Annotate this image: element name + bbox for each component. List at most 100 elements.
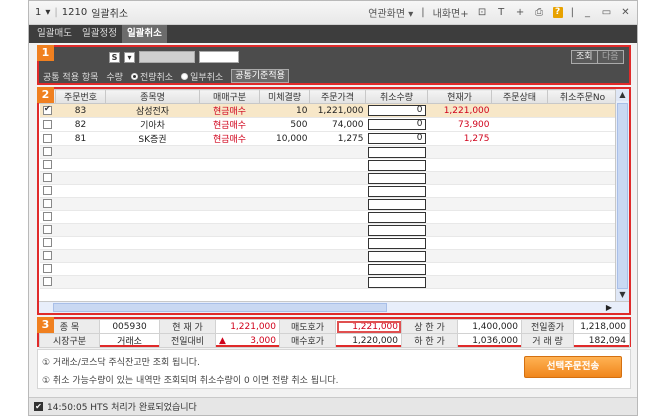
tab-bulk-cancel[interactable]: 일괄취소: [121, 25, 167, 43]
row-checkbox[interactable]: [43, 212, 52, 221]
radio-cancel-partial[interactable]: 일부취소: [181, 70, 223, 83]
scroll-down-icon[interactable]: ▼: [616, 289, 629, 301]
ask-price-value[interactable]: 1,221,000: [335, 319, 402, 334]
cancel-qty-input[interactable]: [367, 224, 426, 236]
row-select-cell[interactable]: [39, 117, 56, 132]
cancel-qty-cell[interactable]: [365, 145, 428, 159]
cancel-qty-input[interactable]: 0: [367, 105, 426, 116]
account-number-field[interactable]: [139, 51, 195, 63]
cancel-qty-input[interactable]: [367, 185, 426, 197]
cancel-qty-cell[interactable]: [365, 275, 428, 289]
row-checkbox[interactable]: [43, 277, 52, 286]
row-checkbox[interactable]: [43, 186, 52, 195]
table-row-empty[interactable]: [39, 210, 618, 224]
scroll-thumb[interactable]: [617, 103, 628, 289]
menu-number[interactable]: 1: [35, 7, 41, 18]
tab-bulk-sell[interactable]: 일괄매도: [32, 25, 77, 43]
table-row-empty[interactable]: [39, 171, 618, 185]
radio-cancel-all[interactable]: 전량취소: [130, 70, 173, 83]
cancel-qty-cell[interactable]: 0: [365, 103, 428, 118]
horizontal-scrollbar[interactable]: ▶: [39, 301, 629, 313]
table-row-empty[interactable]: [39, 158, 618, 172]
hscroll-thumb[interactable]: [53, 303, 387, 312]
cancel-qty-input[interactable]: [367, 198, 426, 210]
row-select-cell[interactable]: [39, 275, 56, 289]
table-row[interactable]: 82 기아차 현금매수 500 74,000 0 73,900: [39, 117, 618, 132]
row-select-cell[interactable]: [39, 103, 56, 118]
row-checkbox[interactable]: [43, 264, 52, 273]
plus-icon[interactable]: +: [515, 7, 526, 18]
cancel-qty-cell[interactable]: [365, 171, 428, 185]
print-icon[interactable]: ⎙: [534, 7, 545, 18]
row-checkbox[interactable]: [43, 147, 52, 156]
minimize-icon[interactable]: _: [582, 7, 593, 18]
row-select-cell[interactable]: [39, 249, 56, 263]
my-screen-add-button[interactable]: 내화면+: [433, 5, 469, 20]
cancel-qty-cell[interactable]: [365, 249, 428, 263]
col-current-price[interactable]: 현재가: [427, 89, 492, 104]
cancel-qty-cell[interactable]: 0: [365, 117, 428, 132]
maximize-icon[interactable]: ▭: [601, 7, 612, 18]
table-row-empty[interactable]: [39, 275, 618, 289]
row-checkbox[interactable]: [43, 173, 52, 182]
cancel-qty-cell[interactable]: [365, 262, 428, 276]
query-button[interactable]: 조회: [571, 50, 598, 64]
row-checkbox[interactable]: [43, 104, 52, 115]
row-checkbox[interactable]: [43, 238, 52, 247]
text-icon[interactable]: T: [496, 7, 507, 18]
cancel-qty-cell[interactable]: 0: [365, 131, 428, 146]
row-select-cell[interactable]: [39, 197, 56, 211]
row-checkbox[interactable]: [43, 119, 52, 129]
table-row-empty[interactable]: [39, 184, 618, 198]
cancel-qty-input[interactable]: [367, 159, 426, 171]
window-icon[interactable]: ⊡: [477, 7, 488, 18]
cancel-qty-input[interactable]: [367, 276, 426, 288]
row-checkbox[interactable]: [43, 251, 52, 260]
table-row-empty[interactable]: [39, 262, 618, 276]
cancel-qty-cell[interactable]: [365, 210, 428, 224]
col-order-status[interactable]: 주문상태: [491, 89, 548, 104]
cancel-qty-cell[interactable]: [365, 197, 428, 211]
related-screen-menu[interactable]: 연관화면 ▾: [368, 5, 413, 20]
bid-price-value[interactable]: 1,220,000: [335, 333, 402, 348]
menu-dropdown-icon[interactable]: ▾: [45, 7, 50, 18]
row-select-cell[interactable]: [39, 262, 56, 276]
next-button[interactable]: 다음: [597, 50, 624, 64]
row-select-cell[interactable]: [39, 158, 56, 172]
search-type-box[interactable]: S: [109, 51, 120, 63]
row-select-cell[interactable]: [39, 131, 56, 146]
col-trade-type[interactable]: 매매구분: [199, 89, 260, 104]
row-checkbox[interactable]: [43, 133, 52, 143]
row-checkbox[interactable]: [43, 225, 52, 234]
row-select-cell[interactable]: [39, 236, 56, 250]
search-type-dropdown[interactable]: ▾: [124, 51, 135, 63]
table-row-empty[interactable]: [39, 249, 618, 263]
row-select-cell[interactable]: [39, 145, 56, 159]
table-row-empty[interactable]: [39, 236, 618, 250]
row-checkbox[interactable]: [43, 160, 52, 169]
cancel-qty-input[interactable]: 0: [367, 119, 426, 130]
cancel-qty-input[interactable]: 0: [367, 133, 426, 144]
col-cancel-qty[interactable]: 취소수량: [365, 89, 428, 104]
cancel-qty-cell[interactable]: [365, 236, 428, 250]
table-row-empty[interactable]: [39, 223, 618, 237]
cancel-qty-input[interactable]: [367, 237, 426, 249]
send-selected-orders-button[interactable]: 선택주문전송: [524, 356, 622, 378]
col-cancel-order-no[interactable]: 취소주문No: [547, 89, 618, 104]
help-icon[interactable]: ?: [552, 7, 563, 18]
col-order-price[interactable]: 주문가격: [309, 89, 366, 104]
table-row-empty[interactable]: [39, 197, 618, 211]
row-select-cell[interactable]: [39, 210, 56, 224]
table-row[interactable]: 83삼성전자현금매수101,221,00001,221,000: [39, 103, 618, 118]
cancel-qty-input[interactable]: [367, 263, 426, 275]
col-order-no[interactable]: 주문번호: [55, 89, 106, 104]
cancel-qty-cell[interactable]: [365, 223, 428, 237]
cancel-qty-input[interactable]: [367, 172, 426, 184]
cancel-qty-cell[interactable]: [365, 158, 428, 172]
vertical-scrollbar[interactable]: ▲ ▼: [615, 89, 629, 301]
row-select-cell[interactable]: [39, 171, 56, 185]
close-icon[interactable]: ✕: [620, 7, 631, 18]
cancel-qty-cell[interactable]: [365, 184, 428, 198]
table-row-empty[interactable]: [39, 145, 618, 159]
scroll-right-icon[interactable]: ▶: [603, 302, 615, 313]
